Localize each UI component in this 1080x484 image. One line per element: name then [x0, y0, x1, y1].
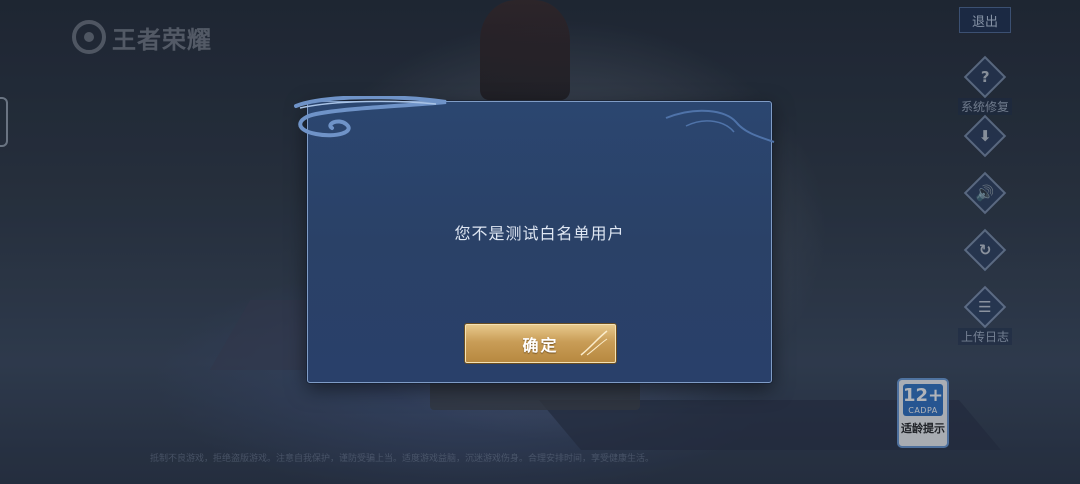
confirm-button[interactable]: 确定 — [465, 324, 616, 363]
confirm-button-label: 确定 — [522, 335, 559, 355]
dialog-message: 您不是测试白名单用户 — [454, 224, 625, 243]
cloud-ornament-icon — [294, 96, 775, 143]
button-sheen-icon — [580, 330, 608, 356]
alert-dialog: 您不是测试白名单用户 确定 — [294, 96, 775, 383]
